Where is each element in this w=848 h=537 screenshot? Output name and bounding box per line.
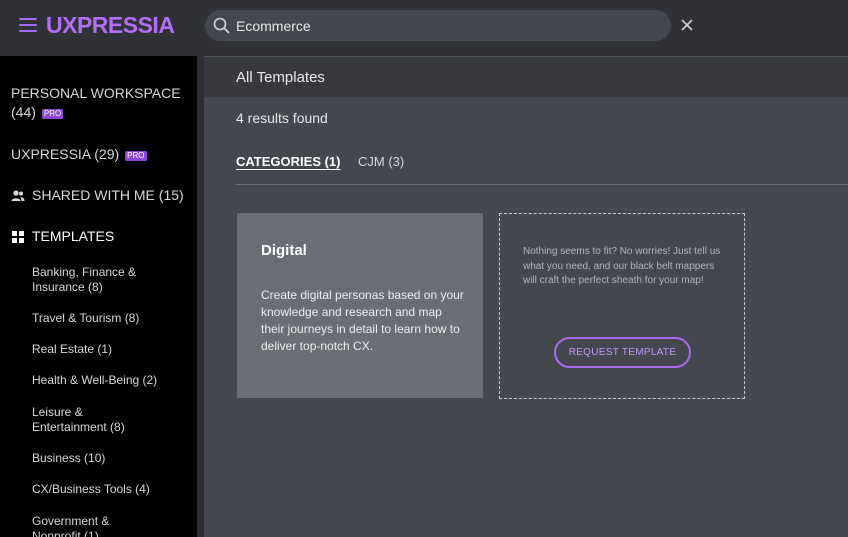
sidebar-category-cx-tools[interactable]: CX/Business Tools (4) xyxy=(32,482,182,497)
app-logo[interactable]: UXPRESSIA xyxy=(46,12,175,39)
tab-categories[interactable]: CATEGORIES (1) xyxy=(236,154,341,169)
main-header: All Templates xyxy=(204,56,848,97)
request-message: Nothing seems to fit? No worries! Just t… xyxy=(523,246,721,286)
sidebar-item-shared[interactable]: SHARED WITH ME (15) xyxy=(32,186,184,205)
close-icon[interactable] xyxy=(680,18,694,32)
card-title: Digital xyxy=(261,242,307,259)
pro-badge: PRO xyxy=(41,109,64,119)
users-icon xyxy=(11,190,25,201)
sidebar: PERSONAL WORKSPACE (44) PRO UXPRESSIA (29… xyxy=(0,56,204,537)
sidebar-item-personal-workspace[interactable]: PERSONAL WORKSPACE (44) PRO xyxy=(11,84,181,122)
tab-cjm[interactable]: CJM (3) xyxy=(358,154,404,169)
tab-divider xyxy=(236,184,848,185)
search-input[interactable] xyxy=(236,16,656,36)
sidebar-category-health[interactable]: Health & Well-Being (2) xyxy=(32,373,182,388)
sidebar-category-leisure[interactable]: Leisure & Entertainment (8) xyxy=(32,405,142,435)
sidebar-category-travel[interactable]: Travel & Tourism (8) xyxy=(32,311,182,326)
sidebar-item-label: UXPRESSIA (29) xyxy=(11,146,120,162)
search-bar[interactable] xyxy=(205,10,671,41)
request-template-button[interactable]: REQUEST TEMPLATE xyxy=(554,337,691,368)
sidebar-item-uxpressia[interactable]: UXPRESSIA (29) PRO xyxy=(11,145,147,164)
results-count: 4 results found xyxy=(236,110,328,126)
menu-icon[interactable] xyxy=(19,17,37,33)
top-bar: UXPRESSIA xyxy=(0,0,848,56)
card-description: Create digital personas based on your kn… xyxy=(261,288,464,353)
sidebar-category-business[interactable]: Business (10) xyxy=(32,451,182,466)
sidebar-category-real-estate[interactable]: Real Estate (1) xyxy=(32,342,182,357)
sidebar-category-government[interactable]: Government & Nonprofit (1) xyxy=(32,514,142,537)
page-title: All Templates xyxy=(236,69,325,86)
sidebar-item-templates[interactable]: TEMPLATES xyxy=(32,227,114,246)
sidebar-scrollbar[interactable] xyxy=(197,56,204,537)
grid-icon xyxy=(12,231,24,243)
pro-badge: PRO xyxy=(125,151,147,161)
search-icon xyxy=(213,17,230,34)
sidebar-category-banking[interactable]: Banking, Finance & Insurance (8) xyxy=(32,265,182,295)
sidebar-item-label: PERSONAL WORKSPACE (44) xyxy=(11,85,181,120)
request-template-box: Nothing seems to fit? No worries! Just t… xyxy=(499,213,745,399)
template-card-digital[interactable]: Digital Create digital personas based on… xyxy=(237,213,483,398)
